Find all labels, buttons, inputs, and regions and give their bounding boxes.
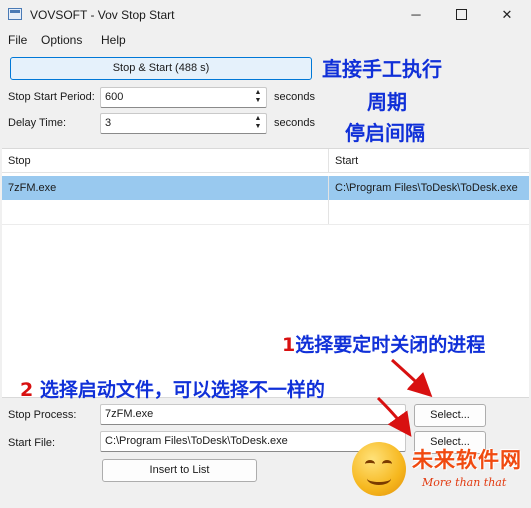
watermark: 未来软件网 More than that	[352, 440, 527, 500]
arrow-to-stop-select	[390, 358, 433, 398]
arrow-to-start-select	[376, 396, 412, 437]
annotation-arrows	[376, 358, 433, 437]
watermark-subtext: More than that	[422, 476, 507, 489]
watermark-text: 未来软件网	[412, 448, 522, 472]
smiley-icon	[352, 442, 406, 496]
smiley-mouth	[367, 472, 391, 485]
smiley-eye	[382, 460, 392, 468]
smiley-eye	[365, 460, 375, 468]
